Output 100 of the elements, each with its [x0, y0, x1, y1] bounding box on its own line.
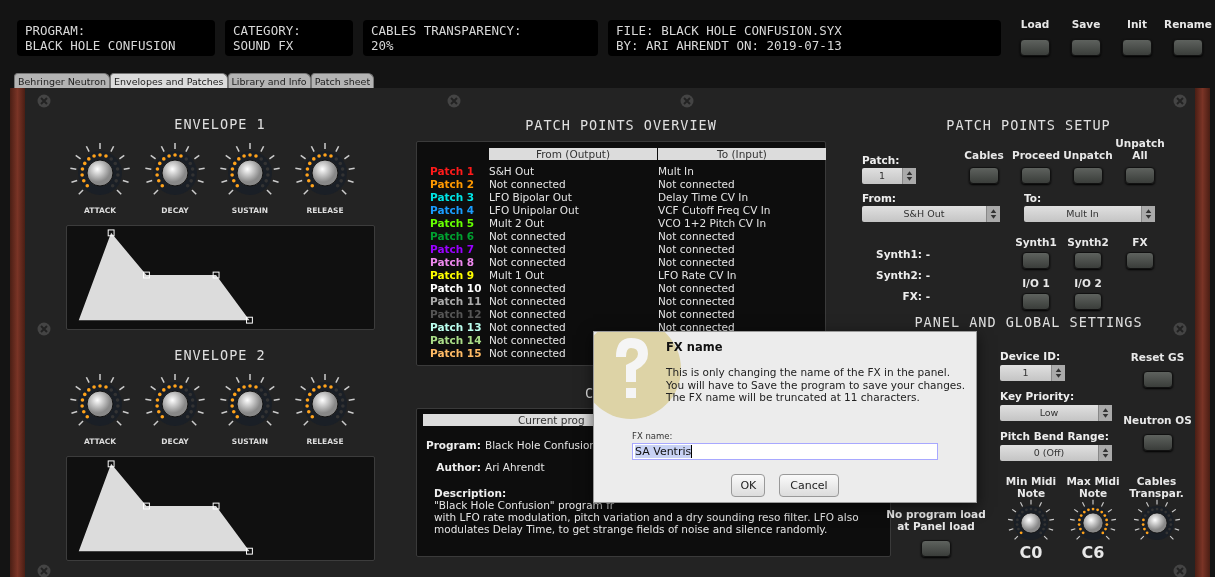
field-label: Patch:: [862, 154, 900, 166]
panel-button[interactable]: [1142, 434, 1173, 451]
panel-button[interactable]: [1020, 39, 1050, 56]
dropdown[interactable]: Mult In: [1024, 206, 1155, 222]
panel-button[interactable]: [1173, 39, 1203, 56]
table-cell-text: Mult In: [658, 165, 695, 178]
table-cell-text: Delay Time CV In: [658, 191, 750, 204]
info-header: Current prog: [518, 414, 585, 426]
table-cell-text: S&H Out: [489, 165, 536, 178]
envelope-graph[interactable]: [66, 456, 375, 561]
panel-button[interactable]: [921, 540, 951, 557]
lcd-text: FILE: BLACK HOLE CONFUSION.SYX: [616, 23, 843, 38]
patch-label: Patch 1: [430, 165, 476, 178]
panel-button[interactable]: [1071, 39, 1101, 56]
spinner-arrows-icon: [1098, 405, 1112, 421]
table-cell-text: Not connected: [658, 321, 736, 334]
patch-label: Patch 6: [430, 230, 476, 243]
spinner-arrows-icon: [1051, 365, 1065, 381]
dropdown[interactable]: Low: [1000, 405, 1112, 421]
status-text: Synth2: -: [875, 269, 930, 281]
screw-icon: [37, 322, 51, 336]
panel-button[interactable]: [1122, 39, 1152, 56]
button-label: Neutron OS: [1123, 414, 1192, 426]
table-cell-text: Not connected: [658, 308, 736, 321]
table-cell-text: VCF Cutoff Freq CV In: [658, 204, 772, 217]
section-title: ENVELOPE 2: [174, 347, 266, 363]
table-cell-text: Not connected: [658, 295, 736, 308]
lcd-text: BLACK HOLE CONFUSION: [25, 38, 177, 53]
button-label: Reset GS: [1130, 351, 1185, 363]
description-text: with LFO rate modulation, pitch variation and a dry sounding reso filter. LFO also: [434, 511, 860, 523]
table-cell-text: LFO Unipolar Out: [489, 204, 580, 217]
patch-label: Patch 13: [430, 321, 483, 334]
screw-icon: [37, 94, 51, 108]
lcd-text: BY: ARI AHRENDT ON: 2019-07-13: [616, 38, 843, 53]
panel-button[interactable]: [1125, 167, 1155, 184]
screw-icon: [680, 94, 694, 108]
section-title: PANEL AND GLOBAL SETTINGS: [914, 314, 1143, 330]
panel-button[interactable]: [1074, 293, 1102, 310]
button-label: Init: [1127, 18, 1147, 30]
field-label: From:: [862, 192, 897, 204]
dialog-button[interactable]: OK: [731, 473, 766, 497]
dialog-message: The FX name will be truncated at 11 characters.: [666, 391, 921, 404]
table-cell-text: Not connected: [489, 295, 567, 308]
spinner[interactable]: 1: [862, 168, 916, 184]
screw-icon: [1173, 322, 1187, 336]
button-label: Load: [1020, 18, 1050, 30]
patch-label: Patch 8: [430, 256, 476, 269]
tab[interactable]: Library and Info: [227, 73, 311, 88]
button-label: Unpatch: [1063, 149, 1113, 161]
section-title: ENVELOPE 1: [174, 116, 266, 132]
status-text: FX: -: [901, 290, 930, 302]
panel-button[interactable]: [1142, 371, 1173, 388]
panel-button[interactable]: [1126, 252, 1154, 269]
patch-label: Patch 11: [430, 295, 483, 308]
button-label: Save: [1071, 18, 1101, 30]
patch-label: Patch 14: [430, 334, 483, 347]
lcd-text: 20%: [371, 38, 395, 53]
dropdown[interactable]: S&H Out: [862, 206, 1000, 222]
panel-button[interactable]: [1022, 293, 1050, 310]
button-label: I/O 1: [1022, 277, 1050, 289]
dialog-button[interactable]: Cancel: [779, 473, 839, 497]
table-cell-text: VCO 1+2 Pitch CV In: [658, 217, 768, 230]
patch-label: Patch 7: [430, 243, 476, 256]
input-field[interactable]: SA Ventris: [632, 442, 938, 460]
tab[interactable]: Envelopes and Patches: [110, 73, 228, 88]
panel-button[interactable]: [1074, 252, 1102, 269]
status-text: Synth1: -: [875, 248, 930, 260]
section-title: PATCH POINTS SETUP: [946, 117, 1111, 133]
field-label: Device ID:: [1000, 350, 1061, 362]
button-label: No program load at Panel load: [886, 508, 986, 532]
lcd-text: CABLES TRANSPARENCY:: [371, 23, 523, 38]
note-value: C6: [1081, 545, 1105, 561]
table-cell-text: Not connected: [658, 243, 736, 256]
note-value: C0: [1019, 545, 1043, 561]
lcd-text: CATEGORY:: [233, 23, 302, 38]
dialog-title: FX name: [666, 340, 724, 354]
field-label: Pitch Bend Range:: [1000, 430, 1109, 442]
panel-button[interactable]: [969, 167, 999, 184]
field-label: Key Priority:: [1000, 390, 1075, 402]
table-cell-text: Not connected: [489, 256, 567, 269]
knob-label: Min Midi Note: [1004, 475, 1058, 499]
tab[interactable]: Patch sheet: [310, 73, 375, 88]
section-title: C: [585, 385, 595, 401]
panel-button[interactable]: [1022, 252, 1050, 269]
spinner[interactable]: 1: [1000, 365, 1065, 381]
table-cell-text: Not connected: [658, 178, 736, 191]
button-label: Unpatch All: [1115, 137, 1165, 161]
screw-icon: [447, 94, 461, 108]
spinner-arrows-icon: [902, 168, 916, 184]
panel-button[interactable]: [1073, 167, 1103, 184]
panel-button[interactable]: [1021, 167, 1051, 184]
patch-label: Patch 10: [430, 282, 483, 295]
field-label: Author:: [435, 461, 481, 473]
table-cell-text: Not connected: [658, 282, 736, 295]
dropdown[interactable]: 0 (Off): [1000, 445, 1112, 461]
button-label: Rename: [1164, 18, 1212, 30]
envelope-graph[interactable]: [66, 225, 375, 330]
dialog-message: You will have to Save the program to save your changes.: [666, 378, 967, 391]
tab[interactable]: Behringer Neutron: [14, 73, 110, 88]
field-label: FX name:: [632, 430, 674, 441]
